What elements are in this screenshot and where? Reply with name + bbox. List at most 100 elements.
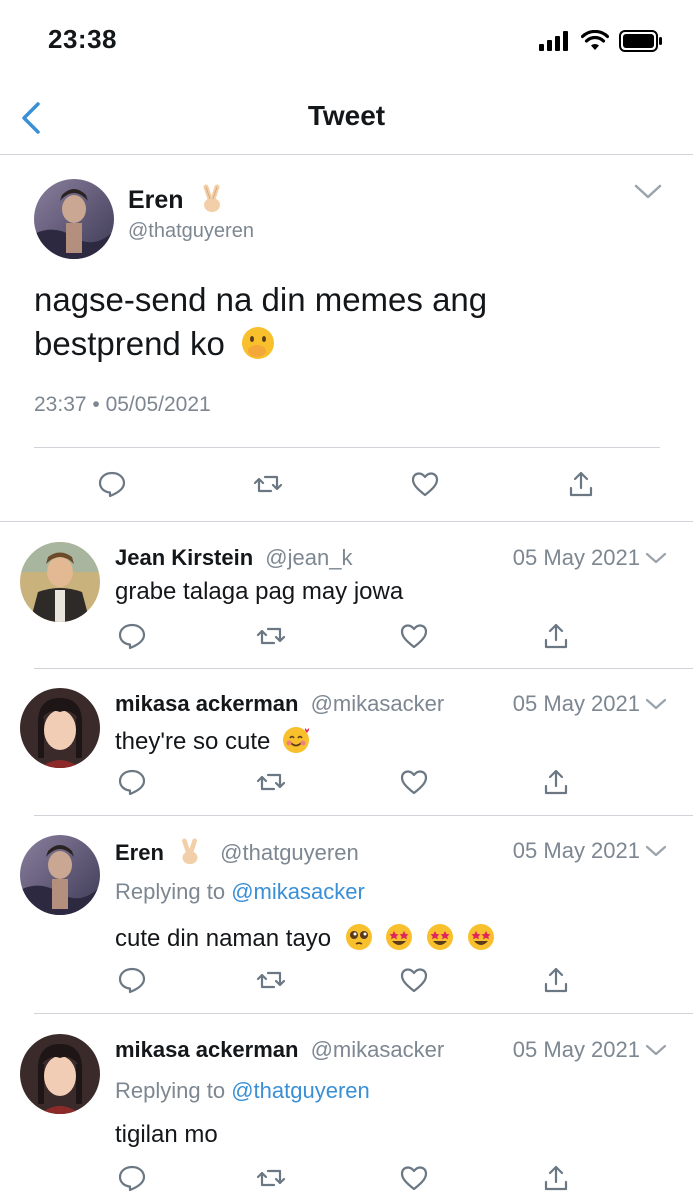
replying-to-link[interactable]: @mikasacker [231, 879, 365, 904]
page-title: Tweet [307, 100, 386, 131]
replying-to: Replying to @thatguyeren [115, 1078, 370, 1104]
divider [34, 815, 693, 816]
reply-date: 05 May 2021 [512, 691, 640, 716]
chevron-down-icon [645, 845, 667, 857]
reply-author: Eren @thatguyeren [115, 838, 359, 866]
face-with-hand-over-mouth-emoji-icon [241, 327, 274, 359]
reply-text: tigilan mo [115, 1121, 218, 1148]
author-name[interactable]: mikasa ackerman [115, 691, 298, 716]
tweet-menu-button[interactable] [642, 1040, 670, 1060]
chevron-down-icon [645, 698, 667, 710]
nav-bar: Tweet [0, 80, 693, 155]
replying-to-label: Replying to [115, 879, 226, 904]
share-button[interactable] [538, 1160, 574, 1196]
tweet-timestamp: 23:37 • 05/05/2021 [34, 393, 211, 416]
star-struck-emoji-icon [427, 924, 454, 950]
reply-text: they're so cute [115, 728, 271, 755]
replying-to-label: Replying to [115, 1078, 226, 1103]
tweet-menu-button[interactable] [642, 694, 670, 714]
reply-button[interactable] [114, 764, 150, 800]
author-name[interactable]: Eren [128, 186, 184, 214]
reply-author: Jean Kirstein @jean_k [115, 545, 352, 571]
pleading-face-emoji-icon [345, 924, 372, 950]
tweet-menu-button[interactable] [642, 841, 670, 861]
reply-button[interactable] [114, 962, 150, 998]
reply-icon [118, 769, 146, 796]
replying-to-link[interactable]: @thatguyeren [231, 1078, 370, 1103]
reply-author: mikasa ackerman @mikasacker [115, 691, 444, 717]
reply-author: mikasa ackerman @mikasacker [115, 1037, 444, 1063]
share-button[interactable] [538, 618, 574, 654]
reply-date: 05 May 2021 [512, 545, 640, 570]
reply-button[interactable] [114, 618, 150, 654]
reply-icon [118, 967, 146, 994]
reply-icon [98, 471, 126, 498]
retweet-button[interactable] [250, 466, 286, 502]
avatar[interactable] [20, 835, 100, 915]
reply-button[interactable] [114, 1160, 150, 1196]
tweet-text-line: bestprend ko [34, 325, 225, 362]
author-handle[interactable]: @jean_k [265, 545, 352, 570]
retweet-button[interactable] [253, 1160, 289, 1196]
author-handle[interactable]: @thatguyeren [128, 220, 254, 243]
retweet-button[interactable] [253, 962, 289, 998]
retweet-icon [256, 773, 286, 791]
like-button[interactable] [396, 618, 432, 654]
reply-button[interactable] [94, 466, 130, 502]
star-struck-emoji-icon [386, 924, 413, 950]
like-button[interactable] [396, 962, 432, 998]
wifi-icon [581, 30, 609, 50]
reply-text-line: they're so cute [115, 725, 311, 756]
reply-text: cute din naman tayo [115, 925, 332, 952]
tweet-text: nagse-send na din memes ang bestprend ko [34, 278, 654, 366]
emoji-group [344, 924, 496, 952]
author-name[interactable]: Jean Kirstein [115, 545, 253, 570]
heart-icon [400, 968, 428, 993]
share-icon [569, 471, 593, 497]
author-name[interactable]: mikasa ackerman [115, 1037, 298, 1062]
retweet-icon [256, 971, 286, 989]
avatar[interactable] [20, 688, 100, 768]
share-icon [544, 967, 568, 993]
author-handle[interactable]: @thatguyeren [220, 840, 359, 865]
replying-to: Replying to @mikasacker [115, 879, 365, 905]
reply-icon [118, 623, 146, 650]
author-name-line: Eren [128, 184, 227, 215]
reply-icon [118, 1165, 146, 1192]
tweet-menu-button[interactable] [642, 548, 670, 568]
heart-icon [400, 770, 428, 795]
divider [34, 668, 693, 669]
retweet-button[interactable] [253, 764, 289, 800]
like-button[interactable] [396, 1160, 432, 1196]
reply-date: 05 May 2021 [512, 1037, 640, 1062]
avatar[interactable] [20, 542, 100, 622]
author-handle[interactable]: @mikasacker [311, 1037, 445, 1062]
retweet-button[interactable] [253, 618, 289, 654]
share-button[interactable] [563, 466, 599, 502]
avatar[interactable] [20, 1034, 100, 1114]
like-button[interactable] [407, 466, 443, 502]
heart-icon [400, 624, 428, 649]
chevron-down-icon [645, 552, 667, 564]
author-name[interactable]: Eren [115, 840, 164, 865]
retweet-icon [253, 475, 283, 493]
status-time: 23:38 [48, 24, 117, 54]
smiling-face-with-hearts-emoji-icon [283, 727, 310, 753]
retweet-icon [256, 1169, 286, 1187]
chevron-down-icon [634, 184, 662, 199]
status-bar: 23:38 [0, 0, 693, 80]
victory-hand-emoji-icon [203, 184, 220, 212]
share-button[interactable] [538, 962, 574, 998]
share-button[interactable] [538, 764, 574, 800]
tweet-text-line-2: bestprend ko [34, 322, 654, 366]
avatar[interactable] [34, 179, 114, 259]
like-button[interactable] [396, 764, 432, 800]
reply-date: 05 May 2021 [512, 838, 640, 863]
share-icon [544, 769, 568, 795]
tweet-menu-button[interactable] [632, 180, 664, 204]
author-handle[interactable]: @mikasacker [311, 691, 445, 716]
reply-text: grabe talaga pag may jowa [115, 578, 404, 605]
status-icons [539, 30, 663, 52]
divider [34, 1013, 693, 1014]
retweet-icon [256, 627, 286, 645]
